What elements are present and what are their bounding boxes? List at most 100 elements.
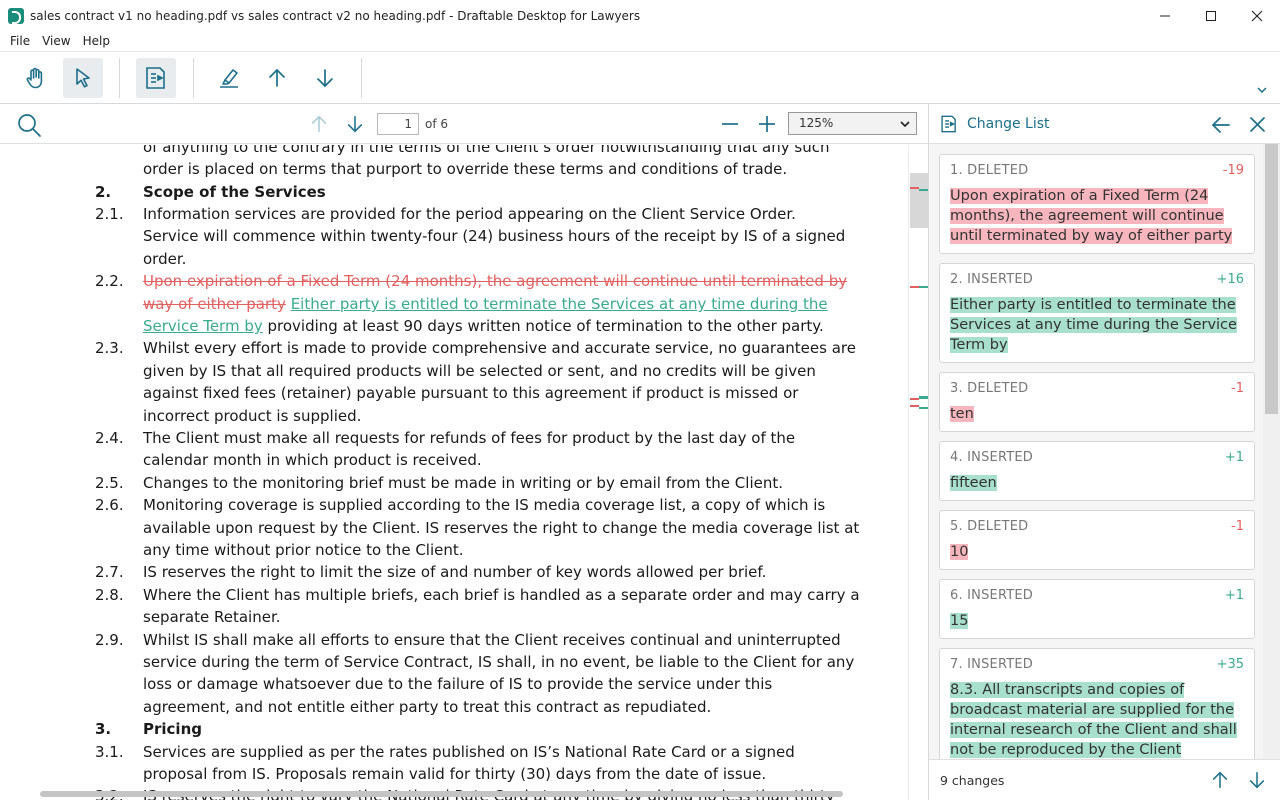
document-viewer[interactable]: of anything to the contrary in the terms… [0, 145, 908, 800]
clause-number: 2.7. [95, 563, 124, 581]
change-card-inserted[interactable]: 4. INSERTED +1 fifteen [939, 441, 1255, 501]
arrow-down-icon [317, 69, 333, 88]
pan-tool-button[interactable] [15, 58, 55, 98]
menu-help[interactable]: Help [77, 34, 116, 48]
doc-text: given by IS that all required products w… [143, 362, 816, 380]
deleted-text[interactable]: Upon expiration of a Fixed Term (24 mont… [143, 270, 847, 292]
zoom-select[interactable]: 125% [788, 112, 917, 135]
close-icon[interactable] [1249, 116, 1266, 133]
change-label: 2. INSERTED [950, 272, 1034, 287]
change-card-deleted[interactable]: 1. DELETED -19 Upon expiration of a Fixe… [939, 154, 1255, 254]
change-text: fifteen [950, 475, 997, 491]
maximize-button[interactable] [1188, 0, 1234, 31]
menu-file[interactable]: File [4, 34, 36, 48]
arrow-down-icon[interactable] [1247, 770, 1267, 790]
previous-change-button[interactable] [257, 58, 297, 98]
doc-text: loss or damage whatsoever due to the fai… [143, 675, 773, 693]
doc-text: Information services are provided for th… [143, 205, 796, 223]
change-list-toggle-button[interactable] [136, 58, 176, 98]
horizontal-scrollbar[interactable] [40, 791, 843, 797]
menu-view[interactable]: View [36, 34, 76, 48]
toolbar-separator [361, 58, 362, 98]
arrow-up-icon[interactable] [309, 114, 329, 134]
deleted-marker[interactable] [910, 286, 919, 288]
scrollbar-thumb[interactable] [1265, 144, 1278, 414]
change-count: 9 changes [940, 773, 1005, 788]
doc-text: Whilst every effort is made to provide c… [143, 339, 856, 357]
doc-text: available upon request by the Client. IS… [143, 519, 860, 537]
chevron-down-icon[interactable] [1256, 84, 1268, 96]
clause-number: 2.6. [95, 496, 124, 514]
change-label: 1. DELETED [950, 163, 1029, 178]
change-label: 7. INSERTED [950, 657, 1034, 672]
hand-icon [26, 67, 43, 89]
highlight-tool-button[interactable] [209, 58, 249, 98]
inserted-marker[interactable] [919, 286, 928, 288]
doc-text: any time without prior notice to the Cli… [143, 541, 464, 559]
change-list: 1. DELETED -19 Upon expiration of a Fixe… [939, 154, 1255, 759]
deleted-marker[interactable] [910, 398, 919, 400]
change-text: ten [950, 406, 974, 422]
clause-number: 2.9. [95, 631, 124, 649]
inserted-marker[interactable] [919, 407, 928, 409]
plus-icon[interactable] [757, 114, 777, 134]
doc-text: service during the term of Service Contr… [143, 653, 855, 671]
doc-text: order is placed on terms that purport to… [143, 160, 788, 178]
search-icon[interactable] [16, 112, 42, 138]
doc-text: calendar month in which product is recei… [143, 451, 482, 469]
change-list-panel: Change List 1. DELETED -19 Upon expirati… [928, 104, 1280, 800]
arrow-up-icon [269, 68, 285, 87]
select-tool-button[interactable] [63, 58, 103, 98]
change-list-icon [146, 67, 165, 89]
change-list-scrollbar[interactable] [1263, 144, 1280, 764]
change-label: 5. DELETED [950, 519, 1029, 534]
change-text: Upon expiration of a Fixed Term (24 mont… [950, 188, 1233, 244]
clause-number: 2.4. [95, 429, 124, 447]
change-label: 4. INSERTED [950, 450, 1034, 465]
doc-text: Service will commence within twenty-four… [143, 227, 846, 245]
doc-text: Whilst IS shall make all efforts to ensu… [143, 631, 841, 649]
inserted-marker[interactable] [919, 189, 928, 191]
minimize-button[interactable] [1142, 0, 1188, 31]
arrow-left-icon[interactable] [1211, 115, 1231, 135]
toolbar-separator [193, 58, 194, 98]
change-card-inserted[interactable]: 2. INSERTED +16 Either party is entitled… [939, 263, 1255, 363]
change-card-deleted[interactable]: 5. DELETED -1 10 [939, 510, 1255, 570]
next-change-button[interactable] [305, 58, 345, 98]
change-card-inserted[interactable]: 6. INSERTED +1 15 [939, 579, 1255, 639]
section-title: Scope of the Services [143, 183, 326, 201]
clause-number: 2.2. [95, 272, 124, 290]
change-label: 6. INSERTED [950, 588, 1034, 603]
arrow-up-icon[interactable] [1210, 770, 1230, 790]
doc-text: order. [143, 250, 187, 268]
deleted-marker[interactable] [910, 405, 919, 407]
deleted-text[interactable]: way of either party [143, 295, 286, 313]
section-number: 3. [95, 720, 112, 738]
doc-text: separate Retainer. [143, 608, 281, 626]
window-title: sales contract v1 no heading.pdf vs sale… [30, 8, 641, 23]
change-overview-bar[interactable] [908, 145, 929, 800]
change-list-icon [941, 115, 956, 133]
deleted-marker[interactable] [910, 187, 919, 189]
arrow-down-icon[interactable] [345, 114, 365, 134]
clause-number: 2.1. [95, 205, 124, 223]
inserted-marker[interactable] [919, 396, 928, 399]
minus-icon[interactable] [720, 114, 740, 134]
overview-viewport-thumb[interactable] [910, 173, 929, 228]
doc-text: Where the Client has multiple briefs, ea… [143, 586, 860, 604]
section-number: 2. [95, 183, 112, 201]
maximize-icon [1206, 10, 1216, 21]
close-window-button[interactable] [1234, 0, 1280, 31]
change-card-inserted[interactable]: 7. INSERTED +35 8.3. All transcripts and… [939, 648, 1255, 759]
doc-text: incorrect product is supplied. [143, 407, 362, 425]
doc-text: Changes to the monitoring brief must be … [143, 474, 783, 492]
close-icon [1251, 10, 1263, 21]
inserted-text[interactable]: Service Term by [143, 317, 263, 335]
toolbar-separator [119, 58, 120, 98]
change-card-deleted[interactable]: 3. DELETED -1 ten [939, 372, 1255, 432]
inserted-text[interactable]: Either party is entitled to terminate th… [291, 295, 828, 313]
doc-text: against fixed fees (retainer) payable pu… [143, 384, 799, 402]
change-text: 10 [950, 544, 969, 560]
clause-number: 2.8. [95, 586, 124, 604]
page-number-input[interactable]: 1 [377, 113, 419, 135]
